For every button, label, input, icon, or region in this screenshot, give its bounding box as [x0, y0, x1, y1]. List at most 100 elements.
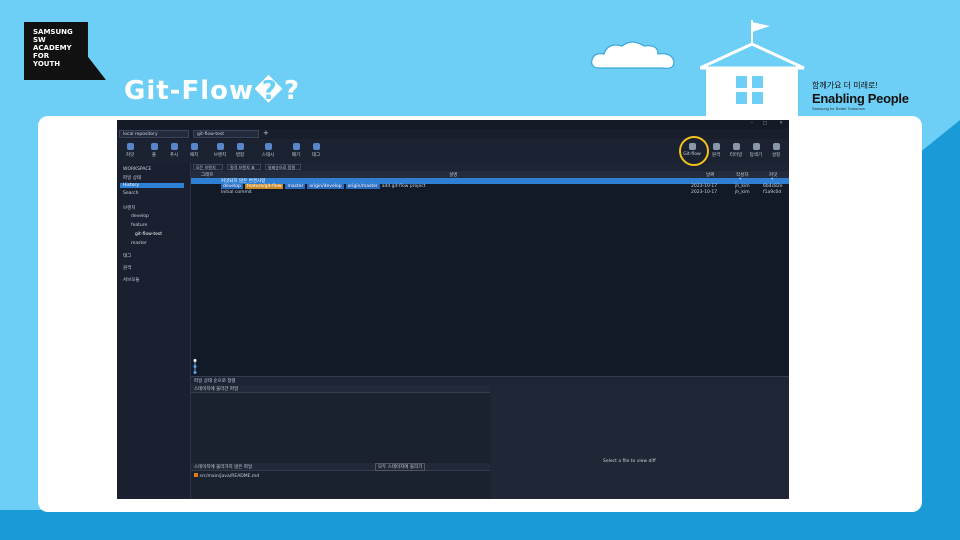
- sidebar-item-history[interactable]: History: [120, 183, 184, 188]
- toolbar-label: 커밋: [125, 153, 135, 158]
- sidebar-item-master[interactable]: master: [131, 241, 147, 246]
- branch-badge: master: [285, 184, 306, 189]
- tag-icon: [312, 143, 320, 150]
- list-item[interactable]: src/main/java/README.md: [194, 473, 259, 479]
- sidebar-item-file-status[interactable]: 파일 상태: [123, 175, 141, 181]
- row-date: 2023-10-17: [691, 184, 718, 189]
- row-commit: 6b4c82e: [763, 184, 783, 189]
- toolbar-label: 병합: [235, 153, 245, 158]
- merge-icon: [236, 143, 244, 150]
- toolbar-label: 태그: [311, 153, 321, 158]
- add-tab-icon[interactable]: +: [263, 129, 269, 137]
- folder-icon: [752, 143, 760, 150]
- row-author: *: [739, 178, 742, 183]
- toolbar-label: 터미널: [729, 153, 743, 158]
- window-titlebar: ✕ □ –: [117, 120, 789, 129]
- brand-small: Samsung for Better Tomorrow: [812, 106, 866, 111]
- branch-badge: develop: [221, 184, 243, 189]
- git-flow-highlight-circle: [679, 136, 709, 166]
- fetch-icon: [190, 143, 198, 150]
- unstaged-title: 스테이지에 올라가지 않은 파일: [194, 465, 253, 470]
- toolbar-label: 스태시: [261, 153, 275, 158]
- modified-file-icon: [194, 473, 198, 477]
- sidebar-item-workspace[interactable]: WORKSPACE: [123, 167, 151, 172]
- sort-select[interactable]: 날짜순으로 정렬: [265, 164, 301, 170]
- cloud-icon: [591, 41, 675, 69]
- discard-icon: [292, 143, 300, 150]
- sidebar: WORKSPACE 파일 상태 History Search 브랜치 devel…: [117, 163, 191, 499]
- sidebar-item-branches[interactable]: 브랜치: [123, 205, 135, 211]
- stage-all-button[interactable]: 모두 스테이지에 올리기: [375, 463, 426, 471]
- staged-header: 스테이지에 올라간 파일: [191, 385, 490, 393]
- close-icon[interactable]: ✕: [779, 121, 783, 126]
- stash-icon: [264, 143, 272, 150]
- file-sort-select[interactable]: 파일 상태 순으로 정렬: [194, 378, 236, 384]
- toolbar-label: 탐색기: [749, 153, 763, 158]
- branch-icon: [216, 143, 224, 150]
- toolbar-label: 패치: [189, 153, 199, 158]
- branch-filter-select[interactable]: 모든 브랜치: [193, 164, 223, 170]
- row-author: jh_kim: [735, 190, 750, 195]
- brand-block: 함께가요 더 미래로! Enabling People Samsung for …: [812, 80, 909, 111]
- background-stripe: [0, 510, 960, 540]
- tab-local-repo[interactable]: local repository: [119, 130, 189, 138]
- sidebar-item-search[interactable]: Search: [123, 191, 138, 196]
- toolbar-tag-button[interactable]: 태그: [305, 141, 327, 158]
- toolbar-terminal-button[interactable]: 터미널: [725, 141, 747, 158]
- toolbar-fetch-button[interactable]: 패치: [183, 141, 205, 158]
- toolbar-explorer-button[interactable]: 탐색기: [745, 141, 767, 158]
- sidebar-item-feature[interactable]: feature: [131, 223, 147, 228]
- toolbar-discard-button[interactable]: 폐기: [285, 141, 307, 158]
- toolbar-branch-button[interactable]: 브랜치: [209, 141, 231, 158]
- unstaged-header: 스테이지에 올라가지 않은 파일 모두 스테이지에 올리기: [191, 463, 490, 471]
- school-house-icon: [700, 20, 805, 118]
- branch-badge: origin/master: [345, 184, 380, 189]
- row-description: add git-flow project: [381, 184, 426, 189]
- row-author: jh_kim: [735, 184, 750, 189]
- toolbar-label: 원격: [711, 153, 721, 158]
- pull-icon: [150, 143, 158, 150]
- branch-badge: origin/develop: [307, 184, 344, 189]
- toolbar-label: 설정: [771, 153, 781, 158]
- sidebar-item-submodules[interactable]: 서브모듈: [123, 277, 140, 283]
- show-remote-toggle[interactable]: 원격 브랜치 표시: [227, 164, 261, 176]
- terminal-icon: [732, 143, 740, 150]
- toolbar-pull-button[interactable]: 풀: [143, 141, 165, 158]
- staging-panel: 스테이지에 올라간 파일 스테이지에 올라가지 않은 파일 모두 스테이지에 올…: [191, 385, 490, 499]
- sidebar-item-develop[interactable]: develop: [131, 214, 149, 219]
- row-date: 2023-10-17: [691, 190, 718, 195]
- minimize-icon[interactable]: –: [751, 121, 753, 126]
- push-icon: [170, 143, 178, 150]
- diff-panel: Select a file to view diff: [491, 385, 789, 499]
- tab-git-flow-test[interactable]: git-flow-test: [193, 130, 259, 138]
- sidebar-item-git-flow-test[interactable]: git-flow-test: [135, 232, 162, 237]
- staged-title: 스테이지에 올라간 파일: [194, 387, 239, 392]
- toolbar-merge-button[interactable]: 병합: [229, 141, 251, 158]
- commit-icon: [126, 143, 134, 150]
- toolbar-label: 풀: [151, 153, 157, 158]
- brand-enabling: Enabling People: [812, 91, 909, 106]
- sidebar-item-remotes[interactable]: 원격: [123, 265, 131, 271]
- toolbar-label: 푸시: [169, 153, 179, 158]
- row-commit: *: [771, 178, 774, 183]
- branch-badge: feature/git-flow: [244, 184, 284, 189]
- toolbar-settings-button[interactable]: 설정: [765, 141, 787, 158]
- commit-list: 커밋되지 않은 변경사항 * * develop feature/git-flow…: [191, 178, 789, 376]
- remote-icon: [712, 143, 720, 150]
- brand-korean: 함께가요 더 미래로!: [812, 81, 878, 90]
- toolbar-commit-button[interactable]: 커밋: [119, 141, 141, 158]
- gear-icon: [772, 143, 780, 150]
- table-row[interactable]: Initial commit 2023-10-17 jh_kim f1a9c0d: [191, 190, 789, 196]
- slide-title: Git-Flow�?: [124, 76, 301, 106]
- file-name: src/main/java/README.md: [199, 474, 260, 479]
- samsung-academy-logo: SAMSUNG SW ACADEMY FOR YOUTH: [24, 22, 106, 80]
- sourcetree-window: ✕ □ – local repository git-flow-test + 커…: [117, 120, 789, 499]
- toolbar-label: 브랜치: [213, 153, 227, 158]
- toolbar-stash-button[interactable]: 스태시: [257, 141, 279, 158]
- toolbar-push-button[interactable]: 푸시: [163, 141, 185, 158]
- sidebar-item-tags[interactable]: 태그: [123, 253, 131, 259]
- row-description: Initial commit: [221, 190, 252, 195]
- row-commit: f1a9c0d: [763, 190, 782, 195]
- maximize-icon[interactable]: □: [763, 121, 767, 126]
- diff-placeholder: Select a file to view diff: [603, 459, 656, 464]
